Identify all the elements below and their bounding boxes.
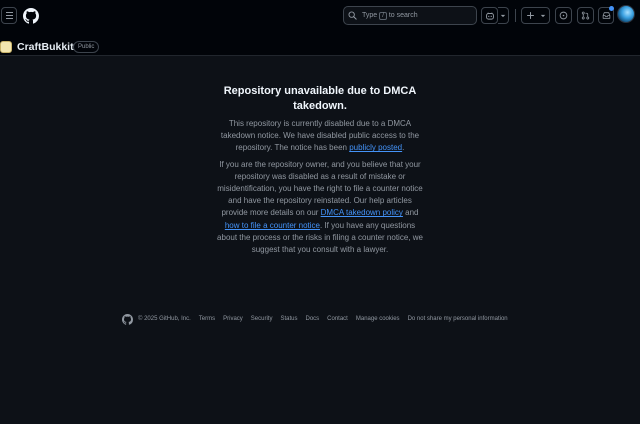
dmca-takedown-policy-link[interactable]: DMCA takedown policy	[321, 208, 403, 217]
page-title: Repository unavailable due to DMCA taked…	[223, 85, 417, 112]
issues-button[interactable]	[555, 7, 572, 24]
notice-paragraph-2: If you are the repository owner, and you…	[217, 159, 423, 255]
inbox-icon	[602, 12, 610, 19]
publicly-posted-link[interactable]: publicly posted	[349, 143, 402, 152]
hamburger-icon	[5, 12, 13, 13]
github-logo-icon[interactable]	[122, 313, 133, 325]
global-header: Type / to search	[0, 0, 640, 32]
hamburger-menu-button[interactable]	[1, 7, 17, 24]
github-logo-icon[interactable]	[23, 8, 39, 24]
footer-link-status[interactable]: Status	[280, 316, 297, 322]
search-shortcut-key: /	[379, 11, 387, 20]
repo-owner-avatar[interactable]	[0, 41, 12, 53]
search-placeholder-prefix: Type	[362, 12, 378, 19]
chevron-down-icon	[540, 14, 545, 17]
notice-paragraph-1: This repository is currently disabled du…	[220, 119, 420, 153]
plus-icon	[526, 12, 534, 19]
search-icon	[348, 11, 357, 20]
footer-link-terms[interactable]: Terms	[199, 316, 215, 322]
header-divider	[515, 9, 516, 22]
repo-name-link[interactable]: CraftBukkit	[17, 41, 74, 53]
notification-indicator	[609, 6, 614, 11]
chevron-down-icon	[500, 14, 506, 17]
footer-link-manage-cookies[interactable]: Manage cookies	[356, 316, 400, 322]
site-footer: © 2025 GitHub, Inc. Terms Privacy Securi…	[122, 312, 516, 326]
counter-notice-link[interactable]: how to file a counter notice	[225, 221, 320, 230]
issues-icon	[559, 11, 568, 20]
footer-link-contact[interactable]: Contact	[327, 316, 348, 322]
pull-requests-button[interactable]	[577, 7, 594, 24]
copilot-icon	[485, 12, 494, 20]
search-placeholder-suffix: to search	[388, 12, 418, 19]
copilot-menu-button[interactable]	[498, 7, 509, 24]
footer-copyright: © 2025 GitHub, Inc.	[138, 316, 191, 322]
footer-link-security[interactable]: Security	[251, 316, 273, 322]
dmca-notice: Repository unavailable due to DMCA taked…	[200, 84, 440, 260]
footer-link-docs[interactable]: Docs	[306, 316, 320, 322]
visibility-badge: Public	[73, 41, 100, 53]
repository-header: CraftBukkit Public	[0, 32, 640, 56]
copilot-button[interactable]	[481, 7, 498, 24]
footer-link-privacy[interactable]: Privacy	[223, 316, 243, 322]
pull-requests-icon	[581, 11, 590, 20]
search-input[interactable]: Type / to search	[343, 6, 477, 25]
avatar[interactable]	[617, 5, 635, 23]
footer-link-do-not-share[interactable]: Do not share my personal information	[408, 316, 508, 322]
create-new-button[interactable]	[521, 7, 550, 24]
